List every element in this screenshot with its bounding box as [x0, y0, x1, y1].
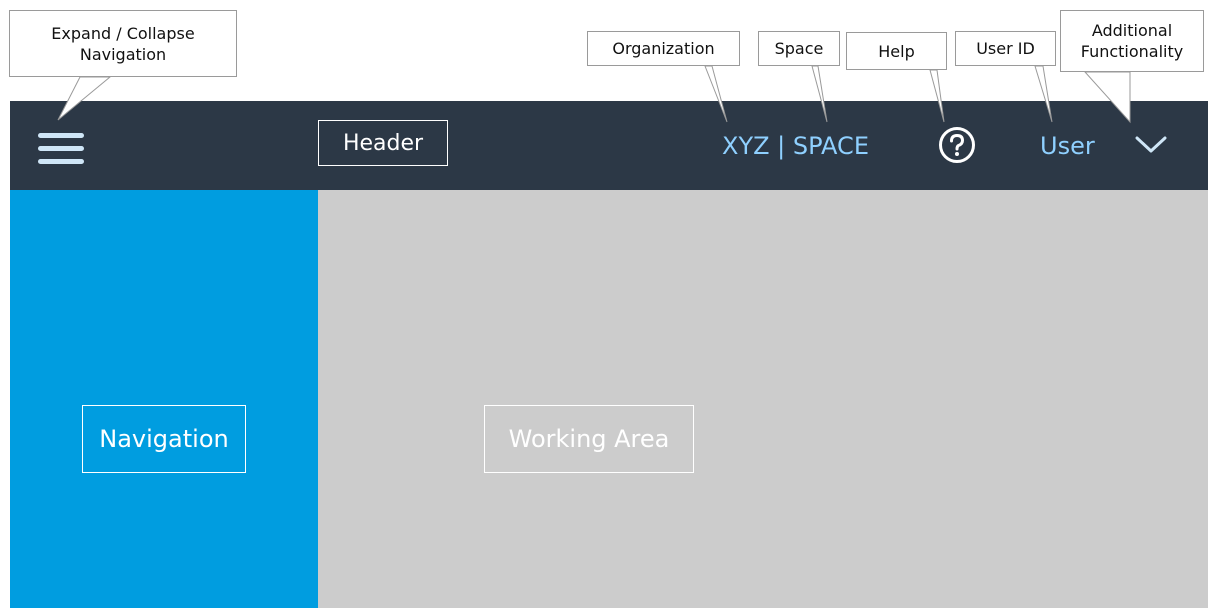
header-bar: [10, 101, 1208, 190]
organization-space-selector[interactable]: XYZ | SPACE: [722, 129, 869, 163]
help-circle-icon[interactable]: [938, 126, 976, 164]
navigation-panel: [10, 190, 318, 608]
navigation-label: Navigation: [82, 405, 246, 473]
callout-help: Help: [846, 32, 947, 70]
callout-organization: Organization: [587, 31, 740, 66]
working-area-label: Working Area: [484, 405, 694, 473]
callout-space: Space: [758, 31, 840, 66]
header-label: Header: [318, 120, 448, 166]
callout-expand-collapse: Expand / Collapse Navigation: [9, 10, 237, 77]
working-area-panel: [318, 190, 1208, 608]
user-id[interactable]: User: [1040, 129, 1095, 163]
callout-additional-functionality: Additional Functionality: [1060, 10, 1204, 72]
hamburger-icon[interactable]: [38, 133, 84, 165]
chevron-down-icon[interactable]: [1133, 130, 1169, 160]
callout-user-id: User ID: [955, 31, 1056, 66]
